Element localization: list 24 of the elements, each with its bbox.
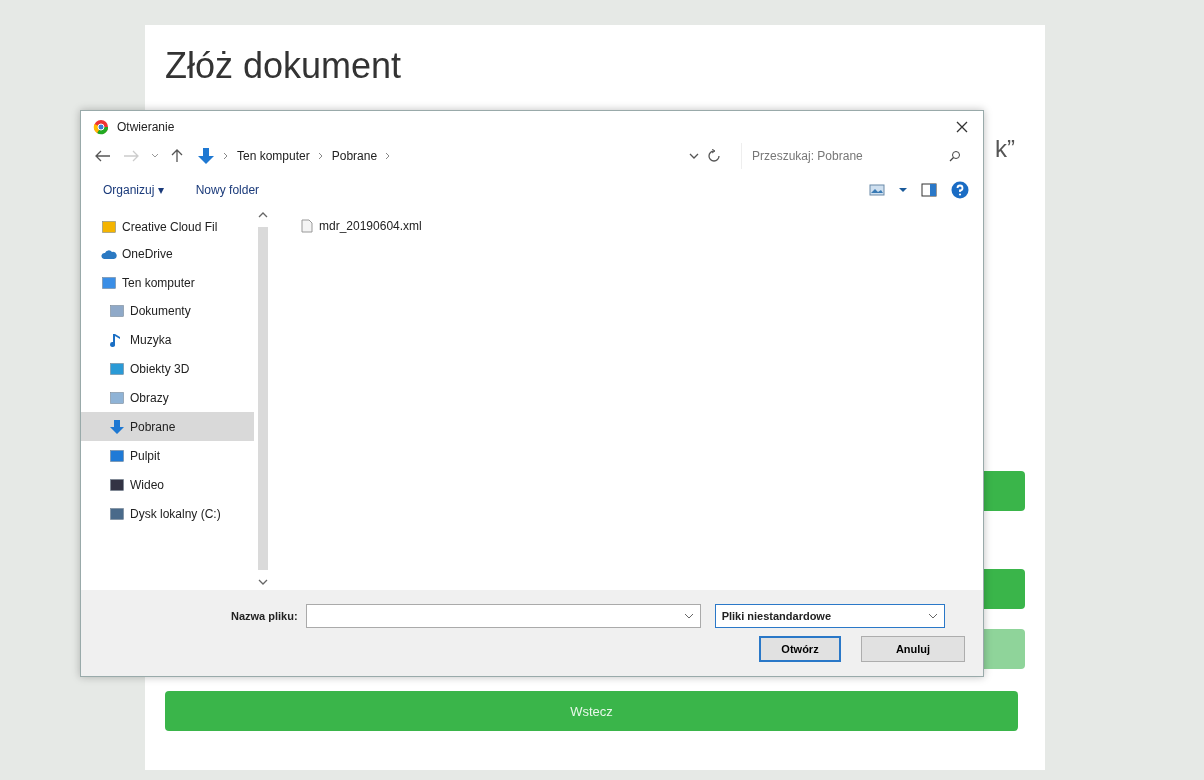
sidebar-item[interactable]: Creative Cloud Fil — [81, 213, 254, 240]
organize-menu[interactable]: Organizuj ▾ — [93, 183, 172, 197]
breadcrumb-item[interactable]: Pobrane — [331, 149, 378, 163]
address-bar[interactable]: Ten komputer Pobrane — [195, 143, 729, 169]
filename-label: Nazwa pliku: — [231, 610, 298, 622]
breadcrumb-item[interactable]: Ten komputer — [237, 149, 310, 163]
new-folder-button[interactable]: Nowy folder — [185, 183, 268, 197]
sidebar-item[interactable]: OneDrive — [81, 240, 254, 267]
dialog-title: Otwieranie — [117, 120, 175, 134]
sidebar-item[interactable]: Muzyka — [81, 325, 254, 354]
open-button[interactable]: Otwórz — [759, 636, 841, 662]
sidebar-item[interactable]: Pulpit — [81, 441, 254, 470]
sidebar-item[interactable]: Dysk lokalny (C:) — [81, 499, 254, 528]
cancel-button[interactable]: Anuluj — [861, 636, 965, 662]
file-type-dropdown[interactable]: Pliki niestandardowe — [714, 604, 945, 628]
sidebar-item[interactable]: Ten komputer — [81, 269, 254, 296]
sidebar-item[interactable]: Wideo — [81, 470, 254, 499]
sidebar-item[interactable]: Obiekty 3D — [81, 354, 254, 383]
sidebar-item[interactable]: Dokumenty — [81, 296, 254, 325]
file-item[interactable]: mdr_20190604.xml — [301, 219, 953, 233]
sidebar-item[interactable]: Pobrane — [81, 412, 254, 441]
page-title: Złóż dokument — [165, 45, 403, 87]
heading-text: k” — [995, 135, 1015, 163]
sidebar-item[interactable]: Obrazy — [81, 383, 254, 412]
